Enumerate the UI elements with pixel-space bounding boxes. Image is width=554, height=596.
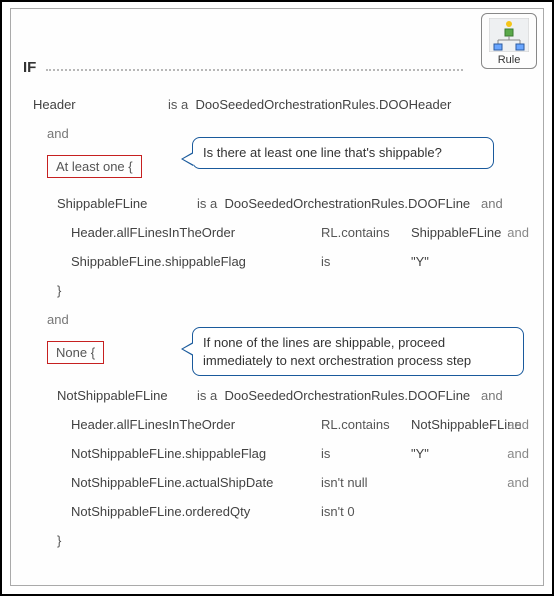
cond-lhs: NotShippableFLine.actualShipDate [71,475,321,490]
connector-and: and [507,225,529,240]
connector-and: and [507,446,529,461]
rule-tree-icon [489,18,529,52]
cond-lhs: NotShippableFLine.shippableFlag [71,446,321,461]
pattern-var: Header [33,97,168,112]
op-isnt-null: isn't null [321,475,411,490]
callout-at-least-one: Is there at least one line that's shippa… [192,137,494,169]
pattern-type: DooSeededOrchestrationRules.DOOFLine [224,196,470,211]
condition-row[interactable]: NotShippableFLine.shippableFlag is "Y" a… [71,446,529,461]
op-is-a: is a [197,388,217,403]
quantifier-at-least-one[interactable]: At least one { [47,155,142,178]
block-close: } [57,283,61,298]
connector-and: and [507,417,529,432]
quantifier-none[interactable]: None { [47,341,104,364]
condition-row[interactable]: Header.allFLinesInTheOrder RL.contains N… [71,417,529,432]
rule-body: Header is a DooSeededOrchestrationRules.… [33,97,529,575]
rule-badge-label: Rule [498,54,521,66]
cond-lhs: Header.allFLinesInTheOrder [71,225,321,240]
condition-row[interactable]: NotShippableFLine.orderedQty isn't 0 [71,504,529,519]
cond-rhs: NotShippableFLine [411,417,522,432]
cond-lhs: Header.allFLinesInTheOrder [71,417,321,432]
section-divider [46,69,463,71]
cond-rhs: ShippableFLine [411,225,501,240]
op-rlcontains: RL.contains [321,225,411,240]
pattern-notshippable[interactable]: NotShippableFLine is a DooSeededOrchestr… [57,388,529,403]
pattern-shippable[interactable]: ShippableFLine is a DooSeededOrchestrati… [57,196,529,211]
op-is-a: is a [197,196,217,211]
rule-badge[interactable]: Rule [481,13,537,69]
if-heading: IF [23,59,36,76]
connector-and: and [47,312,69,327]
condition-row[interactable]: ShippableFLine.shippableFlag is "Y" [71,254,529,269]
connector-and: and [47,126,69,141]
cond-lhs: NotShippableFLine.orderedQty [71,504,321,519]
pattern-header[interactable]: Header is a DooSeededOrchestrationRules.… [33,97,529,112]
pattern-type: DooSeededOrchestrationRules.DOOFLine [224,388,470,403]
cond-rhs: "Y" [411,446,429,461]
callout-none: If none of the lines are shippable, proc… [192,327,524,376]
pattern-var: NotShippableFLine [57,388,197,403]
op-is: is [321,446,411,461]
rule-editor-inner: Rule IF Header is a DooSeededOrchestrati… [10,8,544,586]
connector-and: and [481,388,503,403]
cond-lhs: ShippableFLine.shippableFlag [71,254,321,269]
pattern-var: ShippableFLine [57,196,197,211]
pattern-type: DooSeededOrchestrationRules.DOOHeader [195,97,451,112]
op-is: is [321,254,411,269]
rule-editor-frame: Rule IF Header is a DooSeededOrchestrati… [0,0,554,596]
op-isnt-0: isn't 0 [321,504,411,519]
connector-and: and [481,196,503,211]
condition-row[interactable]: Header.allFLinesInTheOrder RL.contains S… [71,225,529,240]
cond-rhs: "Y" [411,254,429,269]
callout-text: Is there at least one line that's shippa… [203,145,442,160]
op-rlcontains: RL.contains [321,417,411,432]
op-is-a: is a [168,97,188,112]
connector-and: and [507,475,529,490]
condition-row[interactable]: NotShippableFLine.actualShipDate isn't n… [71,475,529,490]
callout-text: If none of the lines are shippable, proc… [203,335,471,368]
block-close: } [57,533,61,548]
